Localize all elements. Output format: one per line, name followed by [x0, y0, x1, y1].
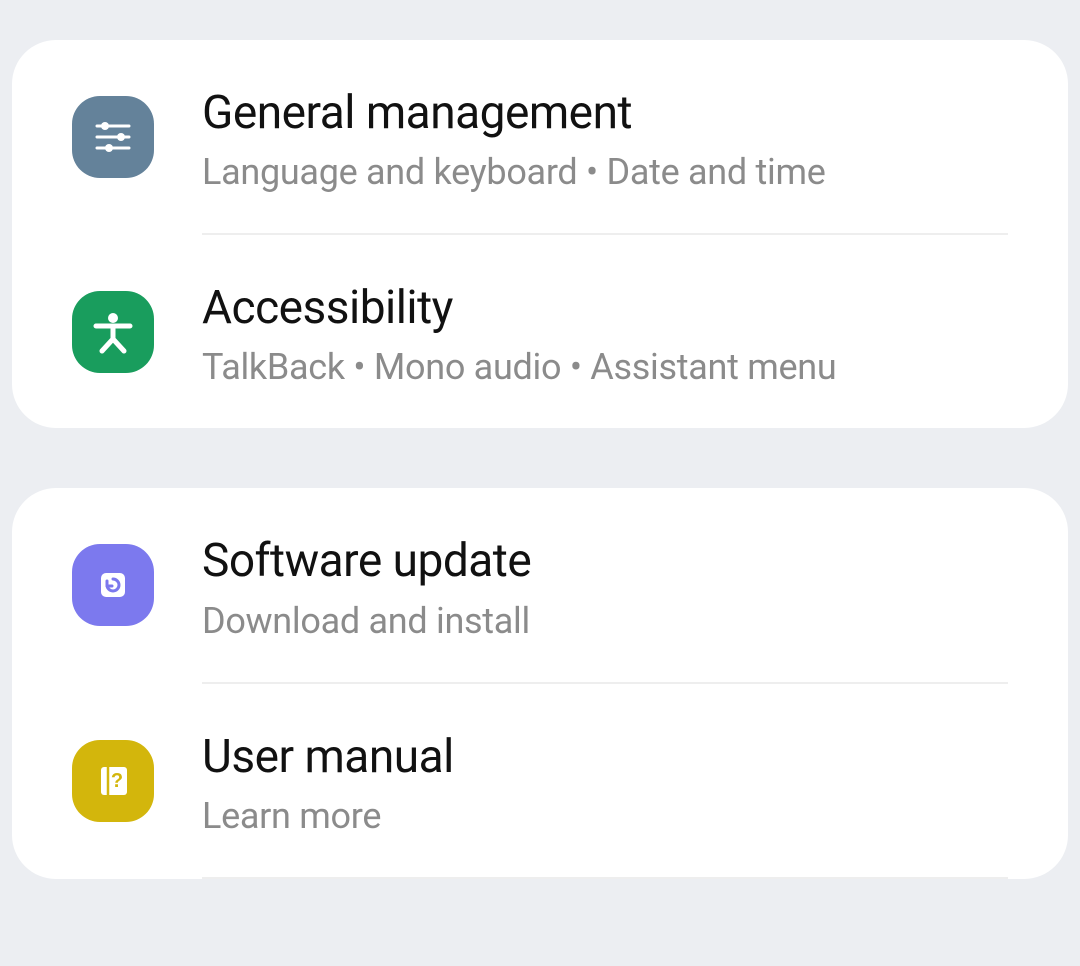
settings-item-accessibility[interactable]: Accessibility TalkBack • Mono audio • As… — [12, 235, 1068, 428]
settings-item-title: Software update — [202, 534, 1008, 589]
settings-item-subtitle: Language and keyboard • Date and time — [202, 151, 1008, 193]
book-help-icon: ? — [72, 740, 154, 822]
settings-item-subtitle: TalkBack • Mono audio • Assistant menu — [202, 346, 1008, 388]
settings-item-text: User manual Learn more — [154, 728, 1008, 837]
settings-item-subtitle: Learn more — [202, 795, 1008, 837]
update-icon — [72, 544, 154, 626]
settings-item-text: Software update Download and install — [154, 532, 1008, 641]
settings-group-1: General management Language and keyboard… — [12, 40, 1068, 428]
settings-item-text: Accessibility TalkBack • Mono audio • As… — [154, 279, 1008, 388]
settings-item-text: General management Language and keyboard… — [154, 84, 1008, 193]
settings-item-general-management[interactable]: General management Language and keyboard… — [12, 40, 1068, 233]
settings-item-title: User manual — [202, 730, 1008, 785]
settings-item-subtitle: Download and install — [202, 600, 1008, 642]
settings-item-title: Accessibility — [202, 281, 1008, 336]
svg-text:?: ? — [111, 770, 123, 792]
accessibility-icon — [72, 291, 154, 373]
settings-item-user-manual[interactable]: ? User manual Learn more — [12, 684, 1068, 877]
settings-item-software-update[interactable]: Software update Download and install — [12, 488, 1068, 681]
settings-group-2: Software update Download and install ? U… — [12, 488, 1068, 878]
settings-item-title: General management — [202, 86, 1008, 141]
sliders-icon — [72, 96, 154, 178]
divider — [202, 877, 1008, 879]
